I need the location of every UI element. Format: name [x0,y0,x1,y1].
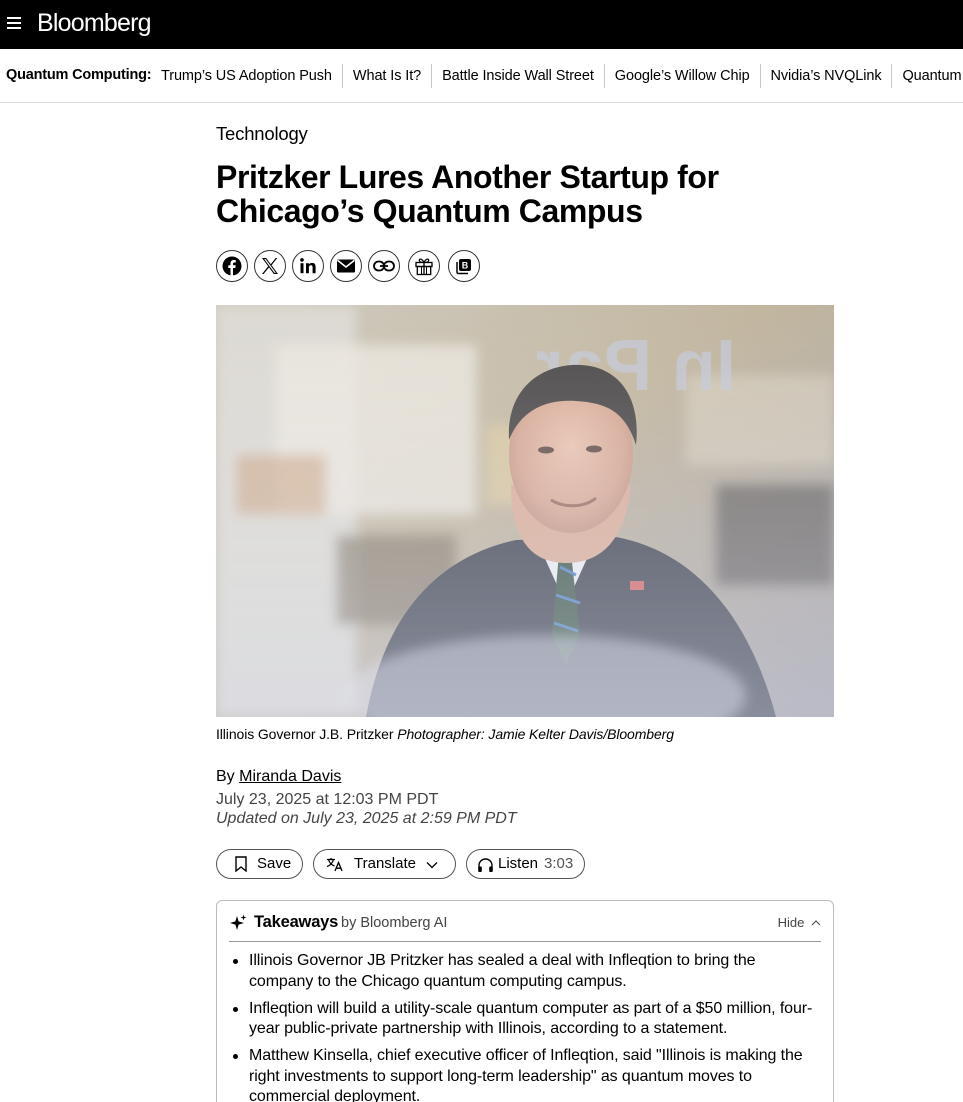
facebook-share-button[interactable] [216,250,248,282]
facebook-icon [222,256,242,276]
translate-label: Translate [354,855,416,872]
gift-icon [415,258,433,276]
hamburger-menu-icon[interactable] [7,17,21,29]
image-caption: Illinois Governor J.B. Pritzker Photogra… [216,726,674,742]
photo-credit: Photographer: Jamie Kelter Davis/Bloombe… [397,726,674,742]
headphones-icon [478,858,493,872]
subnav-link[interactable]: Trump’s US Adoption Push [151,64,342,88]
svg-text:B: B [462,261,469,271]
subnav-link[interactable]: Quantum [891,64,963,88]
top-bar: Bloomberg [0,0,963,49]
copy-link-button[interactable] [368,250,400,282]
byline: By Miranda Davis [216,768,341,786]
takeaways-panel: Takeaways by Bloomberg AI Hide Illinois … [216,900,834,1102]
link-icon [373,260,395,272]
translate-button[interactable]: Translate [313,849,456,879]
takeaways-list: Illinois Governor JB Pritzker has sealed… [233,951,819,1102]
article-headline: Pritzker Lures Another Startup for Chica… [216,159,719,229]
takeaways-attribution: by Bloomberg AI [341,915,448,931]
subnav-link[interactable]: Battle Inside Wall Street [431,64,604,88]
bloomberg-terminal-icon: B [456,259,471,275]
topic-subnav: Quantum Computing: Trump’s US Adoption P… [0,49,963,103]
hide-label: Hide [777,915,805,930]
save-label: Save [257,855,292,872]
chevron-down-icon [426,862,438,869]
hero-photo: In Par [216,305,834,717]
takeaways-title: Takeaways [254,913,339,931]
translate-icon [326,858,343,872]
publish-date: July 23, 2025 at 12:03 PM PDT [216,791,439,808]
subnav-link[interactable]: Google’s Willow Chip [603,64,760,88]
subnav-label: Quantum Computing: [6,67,152,83]
caption-text: Illinois Governor J.B. Pritzker [216,726,394,742]
hide-takeaways-button[interactable]: Hide [778,915,821,930]
linkedin-share-button[interactable] [292,250,324,282]
takeaway-item: Matthew Kinsella, chief executive office… [233,1046,819,1102]
sparkle-icon [230,914,247,930]
save-button[interactable]: Save [216,849,303,879]
takeaway-item: Illinois Governor JB Pritzker has sealed… [233,951,819,992]
subnav-links: Trump’s US Adoption Push What Is It? Bat… [151,64,963,88]
x-share-button[interactable] [254,250,286,282]
bookmark-icon [235,856,247,872]
subnav-link[interactable]: What Is It? [341,64,431,88]
bloomberg-logo[interactable]: Bloomberg [37,9,152,38]
author-link[interactable]: Miranda Davis [239,768,341,785]
x-icon [262,258,278,274]
byline-prefix: By [216,768,235,785]
article-kicker[interactable]: Technology [216,123,308,145]
takeaway-item: Infleqtion will build a utility-scale qu… [233,999,819,1040]
listen-duration: 3:03 [544,855,574,872]
linkedin-icon [300,258,316,274]
email-icon [337,259,355,273]
takeaways-header: Takeaways by Bloomberg AI Hide [229,913,821,942]
chevron-up-icon [811,920,821,926]
terminal-share-button[interactable]: B [448,250,480,282]
subnav-link[interactable]: Nvidia’s NVQLink [759,64,892,88]
email-share-button[interactable] [330,250,362,282]
hero-image: In Par [216,305,834,717]
gift-article-button[interactable] [408,250,440,282]
listen-label: Listen [498,855,539,872]
updated-date: Updated on July 23, 2025 at 2:59 PM PDT [216,810,517,827]
listen-button[interactable]: Listen 3:03 [466,849,585,879]
